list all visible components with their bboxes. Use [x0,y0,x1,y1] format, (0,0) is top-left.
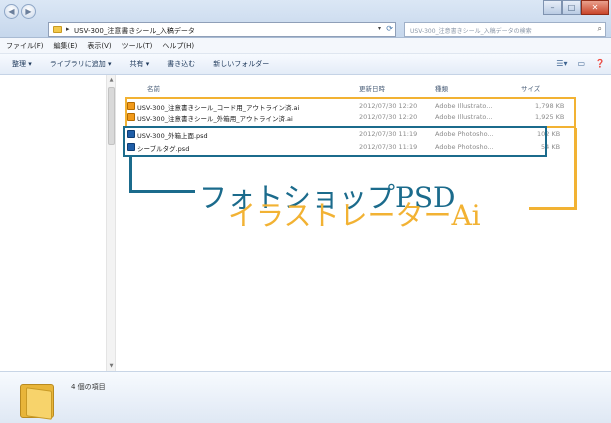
search-input[interactable]: USV-300_注意書きシール_入稿データの検索 ⌕ [404,22,606,37]
window-controls: – □ ✕ [543,0,609,16]
organize-button[interactable]: 整理 ▾ [12,59,32,69]
breadcrumb-arrow-icon[interactable]: ▸ [66,25,70,33]
help-icon[interactable]: ❓ [595,59,605,68]
item-count: 4 個の項目 [71,383,106,391]
column-header-name[interactable]: 名前 [147,83,160,93]
column-header-size[interactable]: サイズ [521,83,540,93]
share-button[interactable]: 共有 ▾ [130,59,150,69]
photoshop-callout-line [129,190,195,193]
menu-file[interactable]: ファイル(F) [6,41,44,51]
navigation-scrollbar[interactable]: ▲ ▼ [106,75,116,371]
command-toolbar: 整理 ▾ ライブラリに追加 ▾ 共有 ▾ 書き込む 新しいフォルダー ☰▾ ▭ … [0,54,611,75]
menu-edit[interactable]: 編集(E) [54,41,78,51]
search-icon[interactable]: ⌕ [598,24,602,34]
window-titlebar: ◀ ▶ ▸ USV-300_注意書きシール_入稿データ ▾ ⟳ USV-300_… [0,0,611,38]
address-path[interactable]: USV-300_注意書きシール_入稿データ [74,26,195,36]
folder-icon [53,26,62,33]
menu-bar: ファイル(F) 編集(E) 表示(V) ツール(T) ヘルプ(H) [0,38,611,54]
column-header-type[interactable]: 種類 [435,83,448,93]
search-placeholder[interactable]: USV-300_注意書きシール_入稿データの検索 [410,26,532,35]
illustrator-callout-line [529,207,577,210]
column-header-date[interactable]: 更新日時 [359,83,385,93]
refresh-icon[interactable]: ⟳ [386,24,393,33]
close-button[interactable]: ✕ [581,0,609,15]
menu-help[interactable]: ヘルプ(H) [162,41,194,51]
details-pane: 4 個の項目 [0,371,611,423]
column-headers: 名前 更新日時 種類 サイズ [117,81,611,95]
new-folder-button[interactable]: 新しいフォルダー [213,59,269,69]
add-to-library-button[interactable]: ライブラリに追加 ▾ [50,59,112,69]
illustrator-highlight-box [125,97,576,128]
back-arrow-icon: ◀ [8,7,15,16]
toolbar-right-group: ☰▾ ▭ ❓ [556,59,605,68]
back-button[interactable]: ◀ [4,4,19,19]
illustrator-callout-line [574,128,577,210]
scroll-up-arrow-icon[interactable]: ▲ [108,77,115,83]
maximize-button[interactable]: □ [562,0,581,15]
preview-pane-icon[interactable]: ▭ [577,59,585,68]
menu-view[interactable]: 表示(V) [87,41,111,51]
photoshop-highlight-box [123,126,547,157]
navigation-pane[interactable] [0,75,106,371]
folder-icon [20,384,56,420]
minimize-button[interactable]: – [543,0,562,15]
forward-button[interactable]: ▶ [21,4,36,19]
burn-button[interactable]: 書き込む [167,59,195,69]
scroll-thumb[interactable] [108,87,115,145]
illustrator-callout-label: イラストレーターAi [228,199,481,232]
address-dropdown-icon[interactable]: ▾ [378,25,381,32]
scroll-down-arrow-icon[interactable]: ▼ [108,363,115,369]
address-bar[interactable]: ▸ USV-300_注意書きシール_入稿データ ▾ ⟳ [48,22,396,37]
menu-tools[interactable]: ツール(T) [122,41,153,51]
forward-arrow-icon: ▶ [25,7,32,16]
folder-front-shape [26,387,52,420]
photoshop-callout-line [129,157,132,193]
view-options-icon[interactable]: ☰▾ [556,59,567,68]
